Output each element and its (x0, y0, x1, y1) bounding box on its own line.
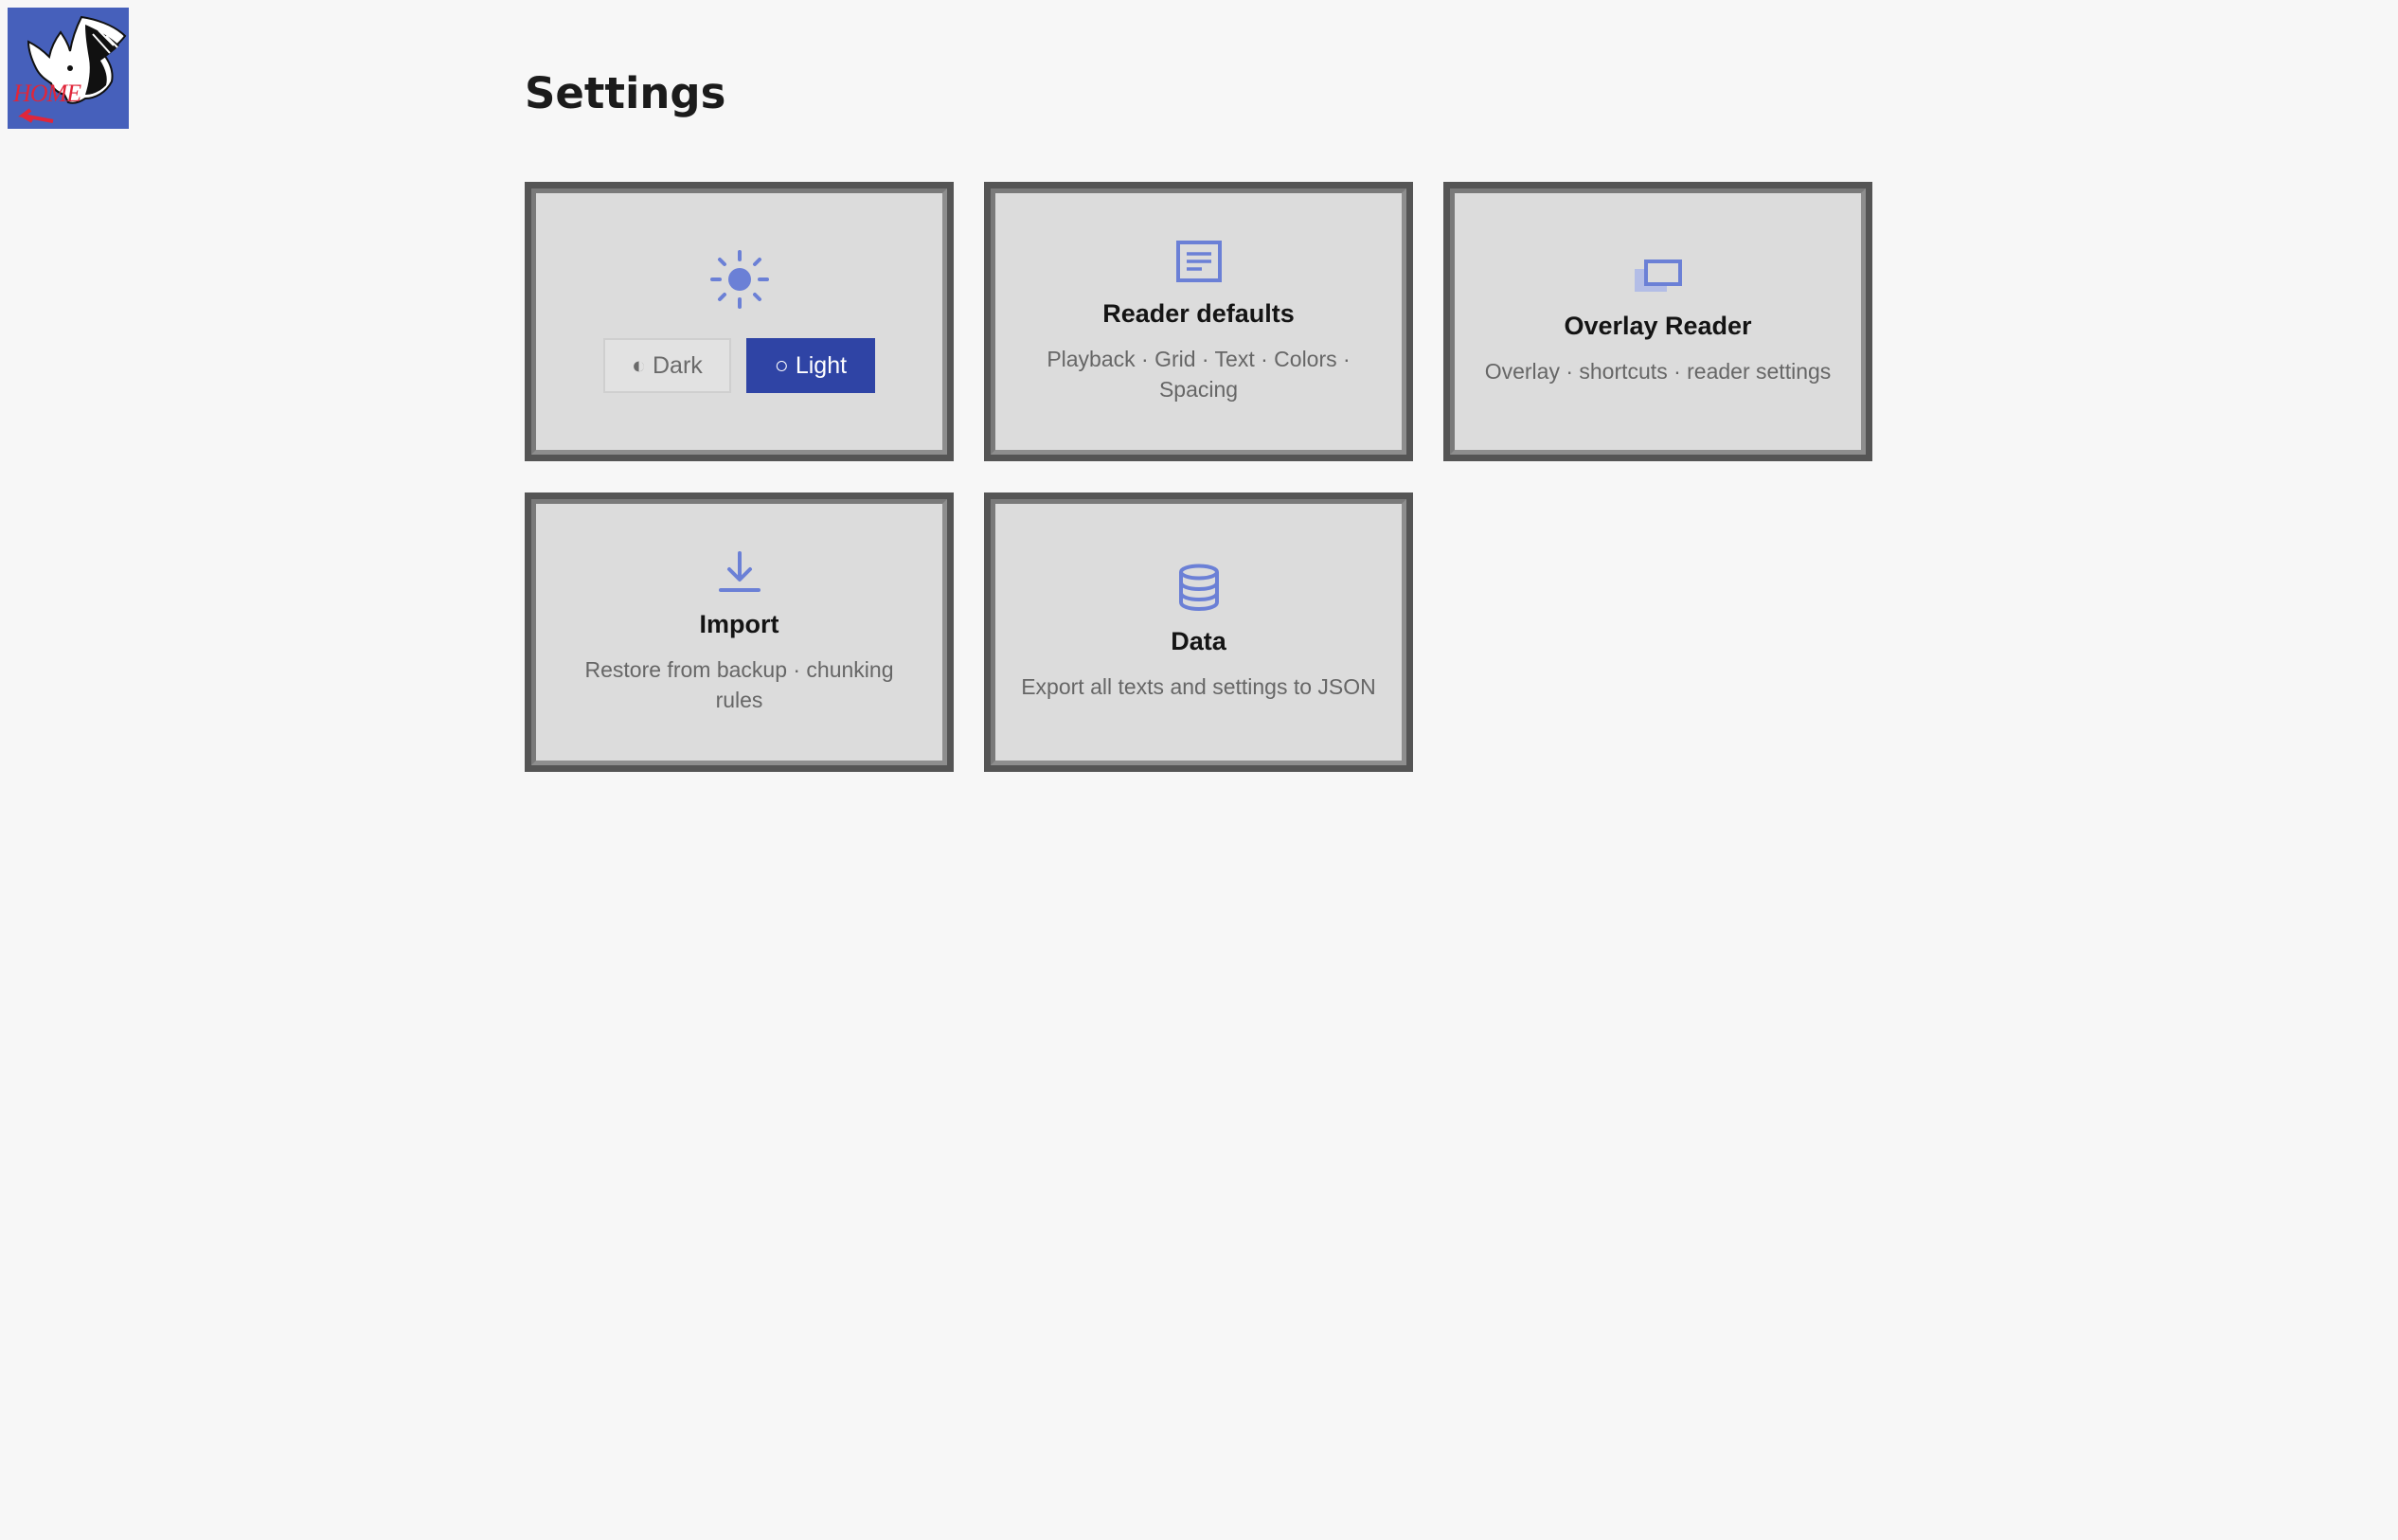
theme-toggle: ◐ Dark ○ Light (602, 338, 876, 393)
light-theme-button[interactable]: ○ Light (745, 338, 876, 393)
home-logo-text: HOME (13, 80, 81, 107)
import-title: Import (699, 609, 779, 638)
document-lines-icon (1175, 240, 1223, 288)
theme-card: ◐ Dark ○ Light (525, 182, 954, 461)
dark-theme-button[interactable]: ◐ Dark (602, 338, 731, 393)
home-logo-button[interactable]: HOME (8, 8, 129, 129)
page-title: Settings (525, 68, 726, 118)
reader-defaults-card[interactable]: Reader defaults Playback · Grid · Text ·… (984, 182, 1413, 461)
import-description: Restore from backup · chunking rules (584, 656, 894, 712)
database-icon (1177, 564, 1221, 616)
import-card[interactable]: Import Restore from backup · chunking ru… (525, 492, 954, 772)
eagle-icon (18, 15, 127, 123)
overlay-reader-description: Overlay · shortcuts · reader settings (1484, 358, 1832, 384)
download-icon (718, 550, 761, 599)
overlay-windows-icon (1633, 258, 1684, 300)
data-title: Data (1171, 626, 1226, 655)
reader-defaults-description: Playback · Grid · Text · Colors · Spacin… (1047, 346, 1351, 402)
reader-defaults-title: Reader defaults (1102, 298, 1295, 328)
overlay-reader-card[interactable]: Overlay Reader Overlay · shortcuts · rea… (1443, 182, 1872, 461)
settings-grid: ◐ Dark ○ Light Reader defaults Playback … (525, 182, 1873, 772)
data-card[interactable]: Data Export all texts and settings to JS… (984, 492, 1413, 772)
overlay-reader-title: Overlay Reader (1564, 311, 1752, 340)
sun-icon (709, 250, 769, 313)
data-description: Export all texts and settings to JSON (1021, 673, 1376, 699)
